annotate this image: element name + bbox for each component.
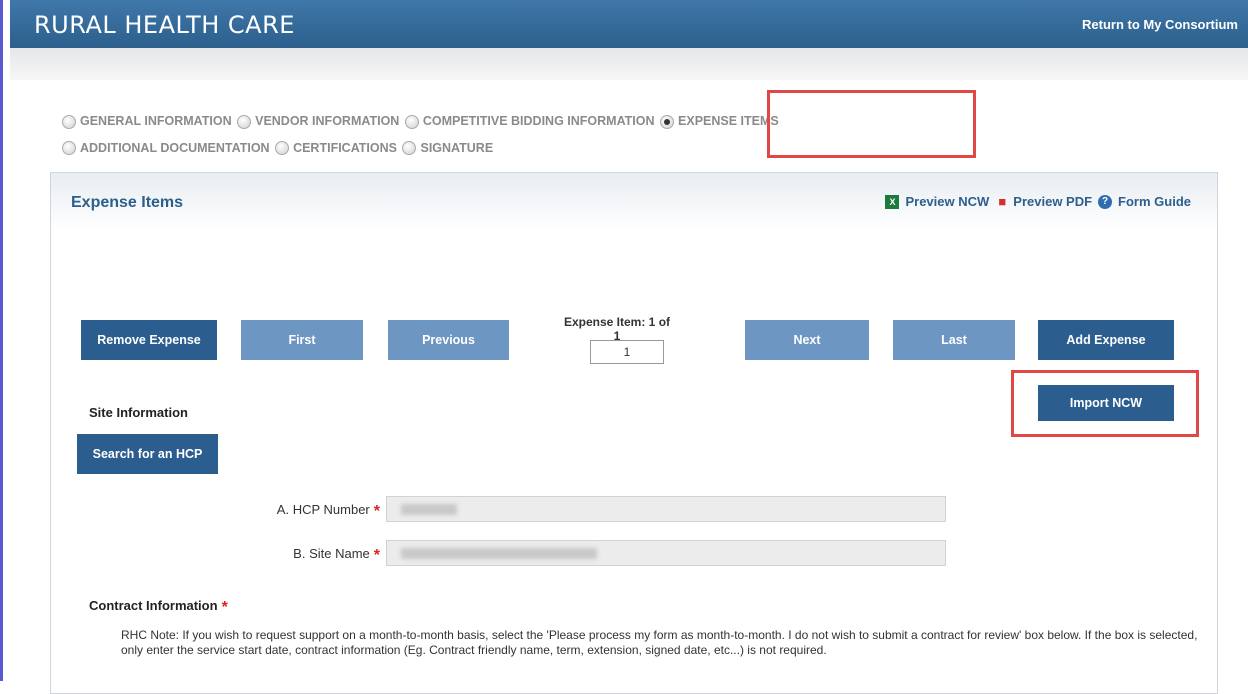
step-general-information[interactable]: GENERAL INFORMATION bbox=[62, 110, 232, 133]
radio-icon bbox=[237, 114, 252, 129]
previous-button[interactable]: Previous bbox=[388, 320, 509, 360]
step-additional-documentation[interactable]: ADDITIONAL DOCUMENTATION bbox=[62, 137, 270, 160]
step-vendor-information[interactable]: VENDOR INFORMATION bbox=[237, 110, 399, 133]
required-marker: * bbox=[373, 503, 380, 520]
panel-title: Expense Items bbox=[71, 194, 184, 211]
radio-selected-icon bbox=[660, 114, 675, 129]
remove-expense-button[interactable]: Remove Expense bbox=[81, 320, 217, 360]
return-to-consortium-link[interactable]: Return to My Consortium bbox=[1082, 17, 1238, 32]
step-signature[interactable]: SIGNATURE bbox=[402, 137, 493, 160]
step-competitive-bidding[interactable]: COMPETITIVE BIDDING INFORMATION bbox=[404, 110, 655, 133]
expense-item-counter: Expense Item: 1 of 1 bbox=[563, 315, 671, 343]
site-information-heading: Site Information bbox=[89, 405, 188, 420]
required-marker: * bbox=[221, 599, 228, 616]
redacted-value bbox=[401, 548, 597, 559]
redacted-value bbox=[401, 504, 457, 515]
radio-icon bbox=[275, 141, 290, 155]
panel-tools: X Preview NCW ■ Preview PDF ? Form Guide bbox=[885, 194, 1191, 209]
radio-icon bbox=[62, 114, 76, 129]
app-header: RURAL HEALTH CARE Return to My Consortiu… bbox=[10, 0, 1248, 48]
radio-icon bbox=[62, 141, 76, 155]
next-button[interactable]: Next bbox=[745, 320, 869, 360]
expense-item-number-input[interactable] bbox=[590, 340, 664, 364]
left-border bbox=[0, 0, 3, 681]
first-button[interactable]: First bbox=[241, 320, 363, 360]
radio-icon bbox=[404, 114, 419, 129]
app-title: RURAL HEALTH CARE bbox=[34, 11, 295, 39]
site-name-field[interactable] bbox=[386, 540, 946, 566]
highlight-box-import-ncw bbox=[1011, 370, 1199, 437]
last-button[interactable]: Last bbox=[893, 320, 1015, 360]
excel-icon: X bbox=[885, 194, 900, 209]
hcp-number-label: A. HCP Number * bbox=[276, 502, 380, 520]
help-icon: ? bbox=[1098, 194, 1113, 209]
required-marker: * bbox=[373, 547, 380, 564]
step-expense-items[interactable]: EXPENSE ITEMS bbox=[660, 110, 779, 133]
form-guide-link[interactable]: Form Guide bbox=[1118, 194, 1191, 209]
add-expense-button[interactable]: Add Expense bbox=[1038, 320, 1174, 360]
pdf-icon: ■ bbox=[998, 193, 1007, 209]
step-certifications[interactable]: CERTIFICATIONS bbox=[275, 137, 397, 160]
radio-icon bbox=[402, 141, 417, 155]
search-hcp-button[interactable]: Search for an HCP bbox=[77, 434, 218, 474]
hcp-number-field[interactable] bbox=[386, 496, 946, 522]
header-subband bbox=[10, 48, 1248, 80]
site-name-label: B. Site Name * bbox=[293, 546, 380, 564]
panel-header: Expense Items X Preview NCW ■ Preview PD… bbox=[51, 173, 1217, 231]
preview-ncw-link[interactable]: Preview NCW bbox=[905, 194, 989, 209]
highlight-box-expense-items bbox=[767, 90, 976, 158]
rhc-note: RHC Note: If you wish to request support… bbox=[121, 628, 1198, 657]
preview-pdf-link[interactable]: Preview PDF bbox=[1013, 194, 1092, 209]
contract-information-heading: Contract Information * bbox=[89, 598, 228, 616]
